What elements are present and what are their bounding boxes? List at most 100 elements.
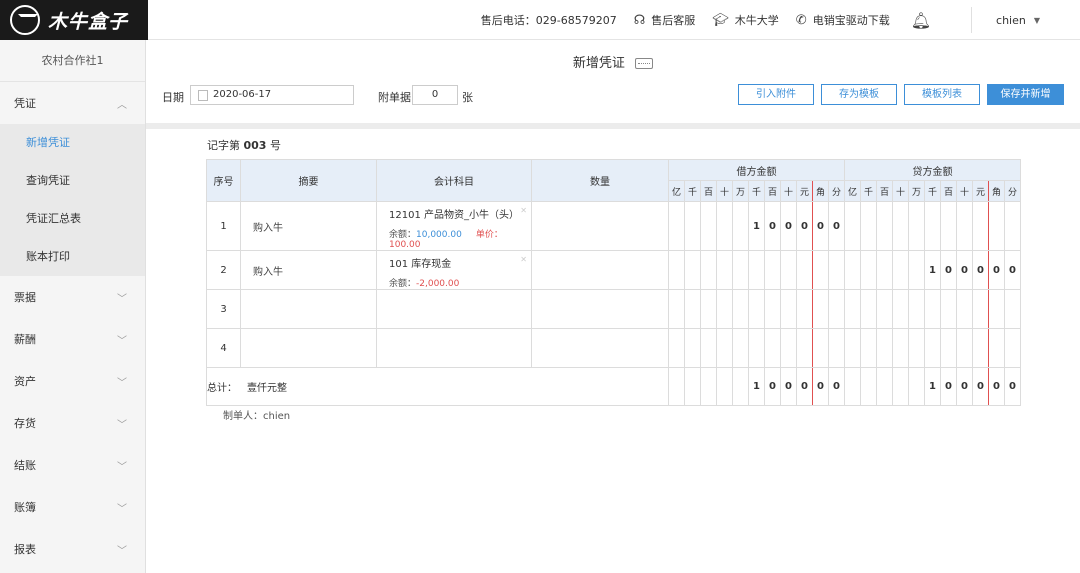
amount-digit-cell[interactable]: [940, 328, 957, 368]
amount-digit-cell[interactable]: [812, 250, 829, 290]
account-cell[interactable]: 101 库存现金 ✕ 余额：-2,000.00: [376, 250, 532, 290]
sidebar-group-assets[interactable]: 资产 ﹀: [0, 360, 145, 402]
amount-digit-cell[interactable]: [780, 328, 797, 368]
amount-digit-cell[interactable]: [988, 328, 1005, 368]
amount-digit-cell[interactable]: [860, 250, 877, 290]
amount-digit-cell[interactable]: [812, 289, 829, 329]
amount-digit-cell[interactable]: [700, 201, 717, 251]
save-and-new-button[interactable]: 保存并新增: [987, 84, 1064, 105]
amount-digit-cell[interactable]: [972, 328, 989, 368]
amount-digit-cell[interactable]: [684, 201, 701, 251]
user-menu[interactable]: chien ▼: [996, 14, 1040, 27]
amount-digit-cell[interactable]: [812, 328, 829, 368]
amount-digit-cell[interactable]: [748, 250, 765, 290]
amount-digit-cell[interactable]: [892, 250, 909, 290]
amount-digit-cell[interactable]: [828, 289, 845, 329]
amount-digit-cell[interactable]: [684, 289, 701, 329]
quantity-cell[interactable]: [531, 289, 669, 329]
summary-cell[interactable]: [240, 289, 377, 329]
amount-digit-cell[interactable]: [796, 250, 813, 290]
sidebar-item-new-voucher[interactable]: 新增凭证: [0, 124, 145, 162]
amount-digit-cell[interactable]: [988, 201, 1005, 251]
amount-digit-cell[interactable]: [908, 250, 925, 290]
amount-digit-cell[interactable]: [924, 328, 941, 368]
amount-digit-cell[interactable]: [796, 328, 813, 368]
amount-digit-cell[interactable]: [956, 328, 973, 368]
amount-digit-cell[interactable]: [668, 250, 685, 290]
amount-digit-cell[interactable]: [700, 328, 717, 368]
account-cell[interactable]: 12101 产品物资_小牛（头） ✕ 余额：10,000.00 单价： 100.00: [376, 201, 532, 251]
amount-digit-cell[interactable]: [828, 328, 845, 368]
amount-digit-cell[interactable]: [748, 328, 765, 368]
amount-digit-cell[interactable]: [796, 289, 813, 329]
amount-digit-cell[interactable]: [716, 250, 733, 290]
amount-digit-cell[interactable]: [1004, 328, 1021, 368]
sidebar-item-ledger-print[interactable]: 账本打印: [0, 238, 145, 276]
sidebar-group-payroll[interactable]: 薪酬 ﹀: [0, 318, 145, 360]
amount-digit-cell[interactable]: [716, 289, 733, 329]
amount-digit-cell[interactable]: [908, 328, 925, 368]
brand-logo[interactable]: 木牛盒子: [0, 0, 148, 40]
amount-digit-cell[interactable]: [700, 289, 717, 329]
amount-digit-cell[interactable]: [972, 289, 989, 329]
summary-cell[interactable]: 购入牛: [240, 201, 377, 251]
bell-icon[interactable]: 🔔︎: [911, 11, 931, 30]
amount-digit-cell[interactable]: [764, 289, 781, 329]
amount-digit-cell[interactable]: [844, 250, 861, 290]
amount-digit-cell[interactable]: 0: [940, 250, 957, 290]
amount-digit-cell[interactable]: 0: [1004, 250, 1021, 290]
amount-digit-cell[interactable]: [780, 250, 797, 290]
amount-digit-cell[interactable]: [764, 328, 781, 368]
account-cell[interactable]: [376, 289, 532, 329]
amount-digit-cell[interactable]: [716, 201, 733, 251]
amount-digit-cell[interactable]: [684, 328, 701, 368]
amount-digit-cell[interactable]: [844, 328, 861, 368]
amount-digit-cell[interactable]: [940, 201, 957, 251]
amount-digit-cell[interactable]: [892, 289, 909, 329]
amount-digit-cell[interactable]: [876, 250, 893, 290]
amount-digit-cell[interactable]: [844, 289, 861, 329]
amount-digit-cell[interactable]: [988, 289, 1005, 329]
sidebar-group-bills[interactable]: 票据 ﹀: [0, 276, 145, 318]
amount-digit-cell[interactable]: [732, 250, 749, 290]
org-name[interactable]: 农村合作社1: [0, 40, 145, 82]
amount-digit-cell[interactable]: [684, 250, 701, 290]
sidebar-group-inventory[interactable]: 存货 ﹀: [0, 402, 145, 444]
amount-digit-cell[interactable]: 0: [972, 250, 989, 290]
attachment-count-field[interactable]: 0: [412, 85, 458, 105]
amount-digit-cell[interactable]: [1004, 201, 1021, 251]
amount-digit-cell[interactable]: [668, 201, 685, 251]
amount-digit-cell[interactable]: 1: [748, 201, 765, 251]
amount-digit-cell[interactable]: 0: [812, 201, 829, 251]
amount-digit-cell[interactable]: [780, 289, 797, 329]
amount-digit-cell[interactable]: [700, 250, 717, 290]
amount-digit-cell[interactable]: [924, 201, 941, 251]
amount-digit-cell[interactable]: [860, 328, 877, 368]
amount-digit-cell[interactable]: 0: [796, 201, 813, 251]
quantity-cell[interactable]: [531, 201, 669, 251]
date-field[interactable]: 2020-06-17: [190, 85, 354, 105]
quantity-cell[interactable]: [531, 328, 669, 368]
summary-cell[interactable]: 购入牛: [240, 250, 377, 290]
sidebar-item-voucher-summary[interactable]: 凭证汇总表: [0, 200, 145, 238]
amount-digit-cell[interactable]: [956, 201, 973, 251]
amount-digit-cell[interactable]: [1004, 289, 1021, 329]
amount-digit-cell[interactable]: [668, 289, 685, 329]
amount-digit-cell[interactable]: [748, 289, 765, 329]
amount-digit-cell[interactable]: [908, 201, 925, 251]
keyboard-icon[interactable]: [635, 58, 654, 69]
amount-digit-cell[interactable]: [892, 328, 909, 368]
amount-digit-cell[interactable]: 0: [764, 201, 781, 251]
amount-digit-cell[interactable]: [828, 250, 845, 290]
sidebar-group-books[interactable]: 账簿 ﹀: [0, 486, 145, 528]
sidebar-group-closing[interactable]: 结账 ﹀: [0, 444, 145, 486]
amount-digit-cell[interactable]: 0: [780, 201, 797, 251]
summary-cell[interactable]: [240, 328, 377, 368]
customer-service-link[interactable]: ☊ 售后客服: [634, 12, 696, 28]
amount-digit-cell[interactable]: [860, 289, 877, 329]
amount-digit-cell[interactable]: [732, 289, 749, 329]
amount-digit-cell[interactable]: [876, 289, 893, 329]
amount-digit-cell[interactable]: 0: [956, 250, 973, 290]
amount-digit-cell[interactable]: 0: [828, 201, 845, 251]
amount-digit-cell[interactable]: [892, 201, 909, 251]
